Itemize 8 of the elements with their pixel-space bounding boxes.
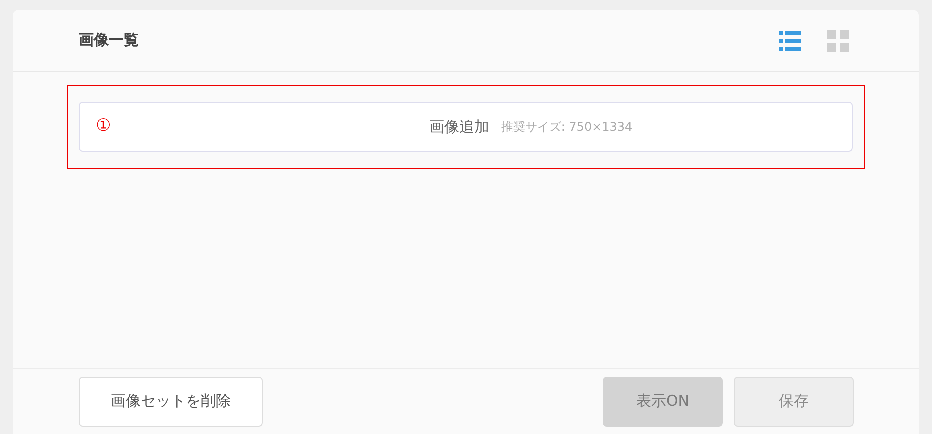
list-view-icon[interactable]: [779, 30, 801, 52]
grid-view-icon[interactable]: [827, 30, 849, 52]
add-image-label: 画像追加: [429, 116, 490, 138]
annotation-marker: ①: [96, 115, 112, 138]
size-hint: 推奨サイズ: 750×1334: [501, 119, 633, 136]
add-image-dropzone[interactable]: ① 画像追加 推奨サイズ: 750×1334: [79, 102, 853, 152]
panel-title: 画像一覧: [79, 30, 139, 52]
delete-set-button[interactable]: 画像セットを削除: [79, 376, 263, 426]
